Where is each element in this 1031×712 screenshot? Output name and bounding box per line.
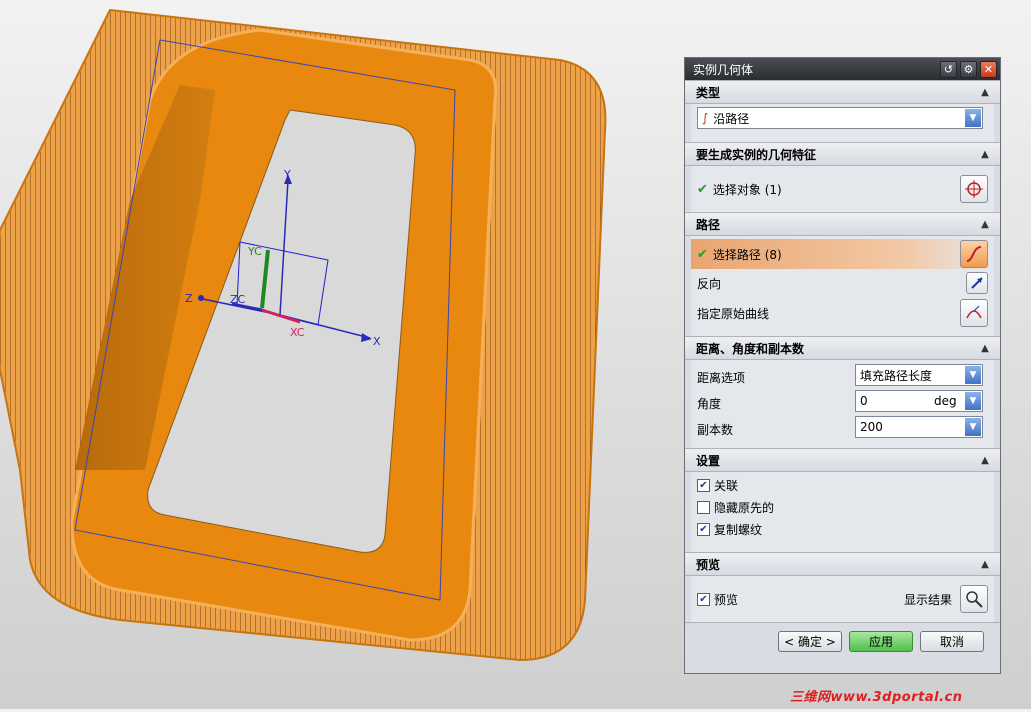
axis-y-label: Y: [283, 168, 291, 181]
reset-icon[interactable]: ↺: [940, 60, 957, 78]
close-icon[interactable]: ✕: [980, 60, 997, 78]
section-preview-title: 预览: [696, 557, 721, 572]
chevron-down-icon[interactable]: ▼: [965, 366, 981, 384]
copy-threads-checkbox-row[interactable]: ✔ 复制螺纹: [697, 518, 988, 540]
checkmark-icon: ✔: [697, 246, 708, 262]
hide-original-checkbox-row[interactable]: 隐藏原先的: [697, 496, 988, 518]
chevron-down-icon[interactable]: ▼: [965, 109, 981, 127]
origin-curve-row[interactable]: 指定原始曲线: [697, 297, 988, 329]
instance-geometry-dialog: 实例几何体 ↺ ⚙ ✕ 类型 ▲ ∫ 沿路径 ▼ 要生成实例的几何特征 ▲ ✔ …: [684, 57, 1001, 674]
path-curve-icon[interactable]: [960, 240, 988, 268]
section-type-title: 类型: [696, 85, 721, 100]
axis-zc-label: ZC: [230, 293, 246, 306]
reverse-label: 反向: [697, 276, 722, 291]
distance-option-value: 填充路径长度: [860, 368, 933, 383]
associative-checkbox-row[interactable]: ✔ 关联: [697, 474, 988, 496]
axis-yc-label: YC: [247, 245, 262, 258]
magnifier-icon[interactable]: [960, 585, 988, 613]
axis-xc-label: XC: [290, 326, 305, 339]
select-path-row[interactable]: ✔ 选择路径 (8): [691, 239, 994, 269]
copy-threads-label: 复制螺纹: [714, 522, 763, 537]
ok-button[interactable]: < 确定 >: [778, 631, 842, 652]
select-object-row[interactable]: ✔ 选择对象 (1): [697, 170, 988, 208]
preview-label: 预览: [714, 592, 739, 607]
watermark-text: 三维网www.3dportal.cn: [790, 690, 963, 705]
angle-unit: deg: [934, 394, 957, 408]
dialog-button-bar: < 确定 > 应用 取消: [685, 622, 1000, 663]
section-settings-title: 设置: [696, 453, 721, 468]
section-settings-header[interactable]: 设置 ▲: [685, 448, 1000, 472]
type-selected-value: 沿路径: [713, 111, 750, 126]
apply-button[interactable]: 应用: [849, 631, 913, 652]
origin-curve-icon[interactable]: [960, 299, 988, 327]
chevron-up-icon[interactable]: ▲: [978, 341, 992, 355]
select-object-label: 选择对象 (1): [712, 182, 782, 197]
section-path: 路径 ▲ ✔ 选择路径 (8) 反向 指定原始曲线: [685, 212, 1000, 336]
type-select[interactable]: ∫ 沿路径 ▼: [697, 107, 983, 129]
copies-value: 200: [860, 420, 883, 434]
down-arrow-icon[interactable]: ▼: [965, 392, 981, 410]
section-features: 要生成实例的几何特征 ▲ ✔ 选择对象 (1): [685, 142, 1000, 212]
origin-curve-label: 指定原始曲线: [697, 306, 770, 321]
reverse-direction-icon[interactable]: [966, 272, 988, 294]
section-distance-header[interactable]: 距离、角度和副本数 ▲: [685, 336, 1000, 360]
dialog-title: 实例几何体: [693, 62, 754, 77]
section-preview-header[interactable]: 预览 ▲: [685, 552, 1000, 576]
select-path-label: 选择路径 (8): [712, 247, 782, 262]
section-preview: 预览 ▲ ✔ 预览 显示结果: [685, 552, 1000, 622]
copy-threads-checkbox[interactable]: ✔: [697, 522, 710, 536]
hide-original-label: 隐藏原先的: [714, 500, 775, 515]
crosshair-icon[interactable]: [960, 175, 988, 203]
chevron-up-icon[interactable]: ▲: [978, 217, 992, 231]
associative-label: 关联: [714, 478, 739, 493]
chevron-up-icon[interactable]: ▲: [978, 85, 992, 99]
angle-value: 0: [860, 394, 868, 408]
section-path-header[interactable]: 路径 ▲: [685, 212, 1000, 236]
cancel-button[interactable]: 取消: [920, 631, 984, 652]
associative-checkbox[interactable]: ✔: [697, 478, 710, 492]
angle-input[interactable]: 0 deg ▼: [855, 390, 983, 412]
axis-x-label: X: [373, 335, 381, 348]
preview-row: ✔ 预览 显示结果: [697, 580, 988, 618]
section-type: 类型 ▲ ∫ 沿路径 ▼: [685, 80, 1000, 142]
preview-checkbox[interactable]: ✔: [697, 592, 710, 606]
section-features-title: 要生成实例的几何特征: [696, 147, 817, 162]
distance-option-select[interactable]: 填充路径长度 ▼: [855, 364, 983, 386]
show-result-label: 显示结果: [903, 592, 952, 607]
reverse-row[interactable]: 反向: [697, 269, 988, 297]
chevron-up-icon[interactable]: ▲: [978, 453, 992, 467]
section-distance: 距离、角度和副本数 ▲ 距离选项 填充路径长度 ▼ 角度 0 deg ▼ 副本数: [685, 336, 1000, 448]
dialog-titlebar[interactable]: 实例几何体 ↺ ⚙ ✕: [685, 58, 1000, 80]
path-curve-icon: ∫: [702, 111, 709, 125]
section-path-title: 路径: [696, 217, 721, 232]
axis-z-label: Z: [185, 292, 193, 305]
section-distance-title: 距离、角度和副本数: [696, 341, 805, 356]
chevron-up-icon[interactable]: ▲: [978, 557, 992, 571]
copies-input[interactable]: 200 ▼: [855, 416, 983, 438]
section-type-header[interactable]: 类型 ▲: [685, 80, 1000, 104]
checkmark-icon: ✔: [697, 181, 708, 197]
section-settings: 设置 ▲ ✔ 关联 隐藏原先的 ✔ 复制螺纹: [685, 448, 1000, 552]
gear-icon[interactable]: ⚙: [960, 60, 977, 78]
hide-original-checkbox[interactable]: [697, 500, 710, 514]
chevron-up-icon[interactable]: ▲: [978, 147, 992, 161]
section-features-header[interactable]: 要生成实例的几何特征 ▲: [685, 142, 1000, 166]
down-arrow-icon[interactable]: ▼: [965, 418, 981, 436]
